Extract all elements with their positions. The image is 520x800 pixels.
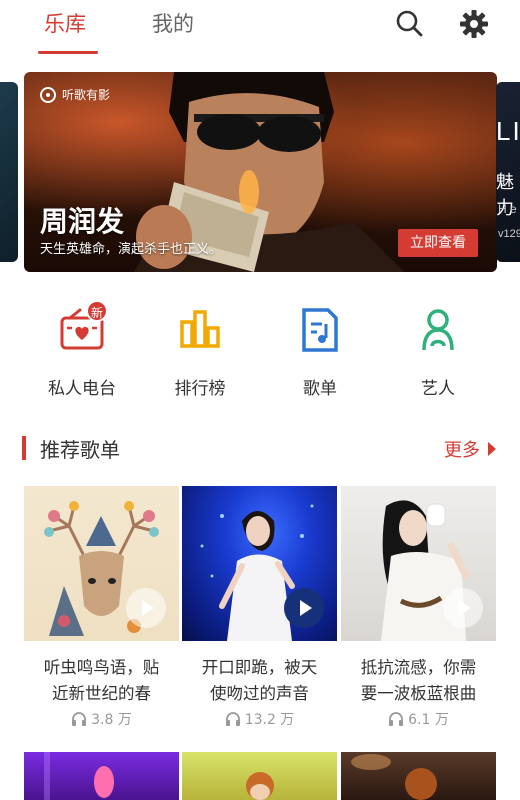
category-private-radio[interactable]: 新 私人电台 [32, 300, 132, 399]
playlist-card-partial[interactable] [24, 752, 179, 800]
section-accent-bar [22, 436, 26, 460]
search-icon[interactable] [394, 8, 426, 40]
category-label: 艺人 [421, 379, 455, 399]
playlist-title-line: 听虫鸣鸟语，贴 [43, 658, 160, 677]
headphones-icon [389, 712, 404, 726]
play-count-value: 6.1 万 [408, 712, 449, 728]
tab-music-library[interactable]: 乐库 [44, 8, 86, 38]
playlist-icon [302, 308, 338, 352]
playlist-cover-image [44, 752, 114, 800]
playlist-cover-image [351, 754, 437, 800]
playlist-title-line: 要一波板蓝根曲 [360, 684, 477, 703]
playlist-cover [341, 486, 496, 641]
playlist-card[interactable]: 抵抗流感，你需 要一波板蓝根曲 6.1 万 [341, 486, 496, 729]
play-count-value: 13.2 万 [244, 712, 295, 728]
active-tab-indicator [38, 51, 98, 54]
playlist-card-partial[interactable] [182, 752, 337, 800]
next-peek-text-3: H e [498, 202, 517, 216]
new-badge: 新 [86, 300, 108, 322]
category-artists[interactable]: 艺人 [388, 306, 488, 399]
banner-title: 周润发 [40, 205, 125, 238]
play-button[interactable] [284, 588, 324, 628]
next-peek-text-4: v129 [498, 228, 520, 240]
category-playlists[interactable]: 歌单 [270, 306, 370, 399]
playlist-card-partial[interactable] [341, 752, 496, 800]
banner-carousel[interactable]: 听歌有影 周润发 天生英雄命，演起杀手也正义。 立即查看 LI 魅力 H e v… [0, 72, 520, 272]
music-logo-icon [40, 86, 56, 103]
playlist-title-line: 开口即跪，被天 [201, 658, 318, 677]
next-peek-text-1: LI [496, 116, 520, 146]
artist-icon [422, 309, 454, 351]
playlist-cover-image [246, 772, 274, 800]
tab-mine[interactable]: 我的 [152, 8, 194, 38]
category-label: 私人电台 [48, 379, 116, 399]
play-button[interactable] [443, 588, 483, 628]
banner-next-peek[interactable]: LI 魅力 H e v129 [496, 82, 520, 262]
playlist-title: 听虫鸣鸟语，贴 近新世纪的春 [24, 655, 179, 707]
top-bar: 乐库 我的 [0, 0, 520, 56]
play-count: 3.8 万 [24, 709, 179, 729]
more-link[interactable]: 更多 [444, 436, 480, 462]
view-now-button[interactable]: 立即查看 [398, 229, 478, 257]
playlist-card[interactable]: 开口即跪，被天 使吻过的声音 13.2 万 [182, 486, 337, 729]
banner-slide[interactable]: 听歌有影 周润发 天生英雄命，演起杀手也正义。 立即查看 [24, 72, 497, 272]
playlist-cover [24, 486, 179, 641]
section-title: 推荐歌单 [40, 438, 120, 462]
play-count: 13.2 万 [182, 709, 337, 729]
playlist-title-line: 抵抗流感，你需 [360, 658, 477, 677]
gear-icon[interactable] [458, 8, 490, 40]
chevron-right-icon[interactable] [488, 442, 496, 456]
play-button[interactable] [126, 588, 166, 628]
playlist-cover [182, 486, 337, 641]
category-label: 歌单 [303, 379, 337, 399]
play-count-value: 3.8 万 [91, 712, 132, 728]
category-charts[interactable]: 排行榜 [150, 306, 250, 399]
playlist-title-line: 近新世纪的春 [52, 684, 151, 703]
playlist-card[interactable]: 听虫鸣鸟语，贴 近新世纪的春 3.8 万 [24, 486, 179, 729]
banner-brand: 听歌有影 [40, 86, 110, 103]
banner-subtitle: 天生英雄命，演起杀手也正义。 [40, 242, 223, 257]
chart-bars-icon [180, 310, 220, 348]
category-label: 排行榜 [174, 379, 226, 399]
playlist-title-line: 使吻过的声音 [210, 684, 309, 703]
banner-previous-peek[interactable] [0, 82, 18, 262]
playlist-title: 开口即跪，被天 使吻过的声音 [182, 655, 337, 707]
banner-brand-label: 听歌有影 [62, 88, 111, 102]
playlist-title: 抵抗流感，你需 要一波板蓝根曲 [341, 655, 496, 707]
play-count: 6.1 万 [341, 709, 496, 729]
headphones-icon [72, 712, 87, 726]
headphones-icon [225, 712, 240, 726]
